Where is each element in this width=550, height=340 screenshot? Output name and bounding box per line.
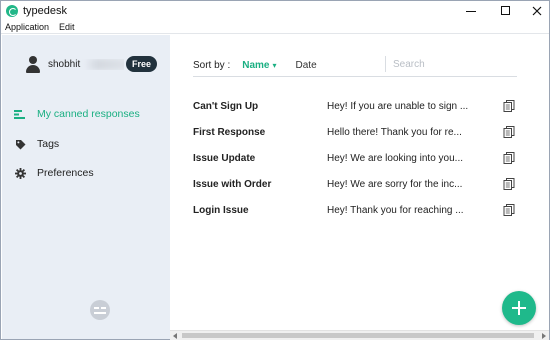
response-title: Issue Update	[193, 152, 256, 164]
minimize-icon	[466, 11, 476, 12]
window-title: typedesk	[23, 4, 68, 17]
response-title: Issue with Order	[193, 178, 272, 190]
collapse-sidebar-button[interactable]	[90, 300, 110, 320]
list-item[interactable]: Can't Sign Up Hey! If you are unable to …	[193, 93, 523, 119]
sidebar-item-label: Tags	[37, 138, 60, 150]
scrollbar-thumb[interactable]	[182, 333, 534, 338]
maximize-icon	[500, 6, 510, 15]
menu-edit[interactable]: Edit	[59, 22, 75, 32]
close-icon	[532, 6, 542, 15]
maximize-button[interactable]	[490, 1, 520, 20]
response-preview: Hey! Thank you for reaching ...	[327, 204, 464, 216]
main-content: Sort by : Name ▾ Date Can't Sign Up Hey!…	[170, 35, 549, 331]
response-title: Login Issue	[193, 204, 249, 216]
response-preview: Hey! We are sorry for the inc...	[327, 178, 463, 190]
title-bar: typedesk	[1, 1, 549, 20]
list-item[interactable]: Issue Update Hey! We are looking into yo…	[193, 145, 523, 171]
response-title: First Response	[193, 126, 266, 138]
gear-icon	[14, 167, 26, 179]
response-preview: Hey! If you are unable to sign ...	[327, 100, 469, 112]
copy-icon[interactable]	[503, 178, 515, 190]
plus-icon	[512, 301, 526, 315]
list-item[interactable]: Issue with Order Hey! We are sorry for t…	[193, 171, 523, 197]
chevron-down-icon: ▾	[272, 60, 277, 70]
username: shobhit	[48, 59, 124, 70]
close-button[interactable]	[522, 1, 550, 20]
typedesk-logo-icon	[6, 4, 18, 17]
response-preview: Hello there! Thank you for re...	[327, 126, 462, 138]
menu-bar: Application Edit	[1, 20, 549, 34]
sort-option-label: Name	[242, 59, 270, 71]
response-title: Can't Sign Up	[193, 100, 259, 112]
copy-icon[interactable]	[503, 126, 515, 138]
sidebar-item-tags[interactable]: Tags	[14, 138, 59, 150]
tag-icon	[14, 138, 26, 150]
sidebar-item-canned-responses[interactable]: My canned responses	[14, 108, 140, 120]
sidebar-item-preferences[interactable]: Preferences	[14, 167, 94, 179]
list-item[interactable]: Login Issue Hey! Thank you for reaching …	[193, 197, 523, 223]
scroll-left-icon[interactable]	[173, 333, 177, 339]
sidebar: shobhit Free My canned responses Tags Pr…	[2, 35, 170, 339]
sidebar-item-label: My canned responses	[37, 108, 140, 120]
sort-by-date[interactable]: Date	[296, 60, 317, 71]
copy-icon[interactable]	[503, 100, 515, 112]
sort-bar: Sort by : Name ▾ Date	[193, 54, 517, 76]
app-window: typedesk Application Edit shobhit Free M…	[0, 0, 550, 340]
scroll-right-icon[interactable]	[542, 333, 546, 339]
divider	[193, 76, 517, 77]
menu-application[interactable]: Application	[5, 22, 49, 32]
add-response-button[interactable]	[502, 291, 536, 325]
minimize-button[interactable]	[456, 1, 486, 20]
copy-icon[interactable]	[503, 152, 515, 164]
profile[interactable]: shobhit Free	[24, 53, 164, 75]
search-input[interactable]	[393, 55, 513, 73]
sidebar-item-label: Preferences	[37, 167, 94, 179]
sort-label: Sort by :	[193, 59, 231, 71]
response-preview: Hey! We are looking into you...	[327, 152, 463, 164]
collapse-sidebar-icon	[94, 306, 106, 314]
user-icon	[24, 55, 42, 73]
sort-by-name[interactable]: Name ▾	[242, 60, 276, 71]
responses-list: Can't Sign Up Hey! If you are unable to …	[193, 93, 523, 223]
list-item[interactable]: First Response Hello there! Thank you fo…	[193, 119, 523, 145]
plan-badge[interactable]: Free	[126, 56, 158, 72]
search-separator	[385, 56, 386, 72]
list-icon	[14, 108, 26, 120]
copy-icon[interactable]	[503, 204, 515, 216]
horizontal-scrollbar[interactable]	[170, 330, 549, 340]
